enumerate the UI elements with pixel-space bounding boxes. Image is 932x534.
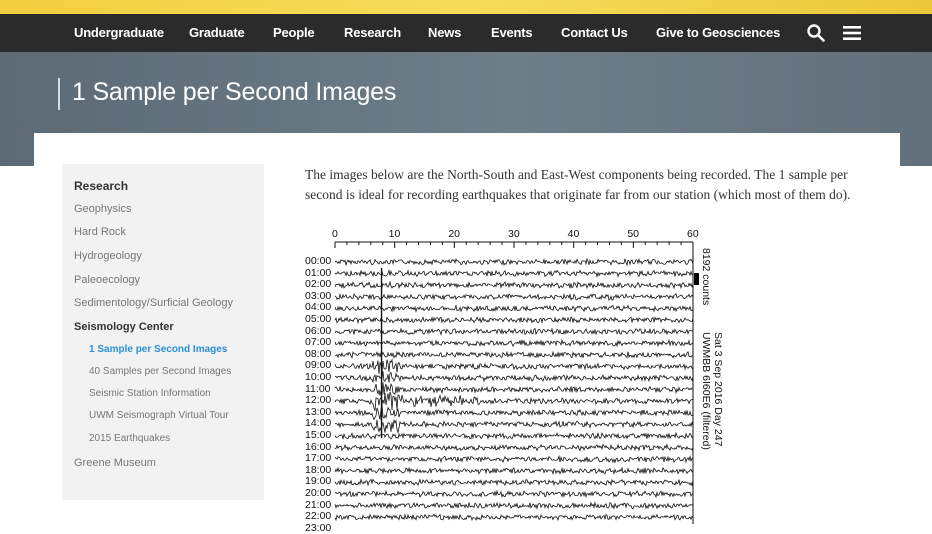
nav-research[interactable]: Research bbox=[344, 14, 401, 52]
sidebar-subitem-2015-earthquakes[interactable]: 2015 Earthquakes bbox=[89, 433, 170, 444]
page-title: 1 Sample per Second Images bbox=[72, 78, 397, 106]
seismogram-station-label: UWMBB 6I60E6 (filtered) bbox=[700, 332, 712, 450]
seismogram-trace bbox=[334, 358, 694, 375]
sidebar-heading-research[interactable]: Research bbox=[74, 179, 128, 193]
seismogram-hour-label: 10:00 bbox=[305, 371, 332, 383]
seismogram-trace bbox=[334, 501, 694, 510]
seismogram-trace bbox=[334, 443, 694, 452]
hamburger-menu-icon[interactable] bbox=[842, 23, 862, 43]
seismogram-hour-label: 22:00 bbox=[305, 510, 332, 523]
sidebar-section-seismology[interactable]: Seismology Center bbox=[74, 321, 174, 333]
seismogram-hour-label: 05:00 bbox=[305, 313, 332, 325]
sidebar-subitem-40-sps[interactable]: 40 Samples per Second Images bbox=[89, 366, 231, 377]
seismogram-hour-label: 19:00 bbox=[305, 475, 332, 488]
seismogram-hour-label: 14:00 bbox=[305, 417, 332, 430]
seismogram-hour-label: 07:00 bbox=[305, 336, 332, 349]
seismogram-hour-label: 04:00 bbox=[305, 301, 332, 314]
seismogram-hour-label: 15:00 bbox=[305, 429, 332, 441]
intro-paragraph: The images below are the North-South and… bbox=[305, 167, 851, 202]
nav-events[interactable]: Events bbox=[491, 14, 533, 52]
seismogram-hour-label: 11:00 bbox=[305, 382, 331, 395]
nav-graduate[interactable]: Graduate bbox=[189, 14, 245, 52]
seismogram-trace bbox=[334, 257, 694, 267]
sidebar-item-paleoecology[interactable]: Paleoecology bbox=[74, 274, 140, 286]
seismogram-trace bbox=[334, 327, 694, 336]
nav-people[interactable]: People bbox=[273, 14, 315, 52]
seismogram-trace bbox=[334, 316, 694, 325]
seismogram-trace bbox=[334, 513, 694, 522]
seismogram-hour-label: 12:00 bbox=[305, 394, 332, 407]
seismogram-hour-label: 16:00 bbox=[305, 440, 332, 453]
search-icon[interactable] bbox=[806, 23, 826, 43]
seismogram-trace bbox=[334, 391, 694, 411]
seismogram-trace bbox=[334, 382, 694, 396]
nav-undergraduate[interactable]: Undergraduate bbox=[74, 14, 164, 52]
seismogram-scale-bar bbox=[694, 273, 699, 285]
sidebar-subitem-station-info[interactable]: Seismic Station Information bbox=[89, 388, 211, 399]
seismogram-plot bbox=[334, 241, 699, 524]
seismogram-hour-label: 00:00 bbox=[305, 255, 332, 267]
seismogram-hour-label: 08:00 bbox=[305, 347, 332, 360]
nav-contact-us[interactable]: Contact Us bbox=[561, 14, 628, 52]
sidebar-item-greene-museum[interactable]: Greene Museum bbox=[74, 457, 156, 469]
seismogram-trace bbox=[334, 280, 694, 290]
seismogram-hour-label: 03:00 bbox=[305, 289, 332, 302]
seismogram-hour-label: 02:00 bbox=[305, 278, 332, 291]
seismogram-scale-label: 8192 counts bbox=[700, 248, 712, 306]
seismogram-trace bbox=[334, 489, 694, 499]
seismogram-trace bbox=[334, 419, 694, 435]
seismogram-date-label: Sat 3 Sep 2016 Day 247 bbox=[712, 332, 724, 447]
sidebar-item-sedimentology[interactable]: Sedimentology/Surficial Geology bbox=[74, 297, 233, 309]
seismogram-hour-label: 09:00 bbox=[305, 359, 332, 372]
seismogram-hour-label: 01:00 bbox=[305, 266, 332, 279]
seismogram-trace bbox=[334, 403, 694, 421]
seismogram-trace bbox=[334, 454, 693, 464]
seismogram-hour-label: 13:00 bbox=[305, 405, 332, 418]
seismogram-hour-label: 17:00 bbox=[305, 452, 332, 465]
seismogram-trace bbox=[334, 371, 694, 383]
seismogram-hour-label: 06:00 bbox=[305, 324, 332, 337]
seismogram-trace bbox=[334, 304, 694, 313]
seismogram-hour-label: 18:00 bbox=[305, 463, 332, 476]
nav-give-to-geosciences[interactable]: Give to Geosciences bbox=[656, 14, 780, 52]
seismogram-hour-label: 21:00 bbox=[305, 498, 332, 511]
sidebar-item-hard-rock[interactable]: Hard Rock bbox=[74, 226, 126, 238]
sidebar-subitem-virtual-tour[interactable]: UWM Seismograph Virtual Tour bbox=[89, 410, 229, 421]
nav-news[interactable]: News bbox=[428, 14, 461, 52]
seismogram-trace bbox=[334, 478, 694, 487]
seismogram-trace bbox=[334, 466, 694, 476]
seismogram-trace bbox=[334, 431, 694, 440]
seismogram-trace bbox=[334, 268, 694, 278]
top-gold-bar bbox=[0, 0, 932, 14]
sidebar-item-hydrogeology[interactable]: Hydrogeology bbox=[74, 250, 142, 262]
seismogram-trace bbox=[334, 292, 694, 301]
title-accent-rule bbox=[58, 78, 60, 110]
seismogram-hour-label: 20:00 bbox=[305, 487, 332, 499]
main-navigation: Undergraduate Graduate People Research N… bbox=[0, 14, 932, 52]
sidebar-subitem-1-sps[interactable]: 1 Sample per Second Images bbox=[89, 344, 227, 355]
seismogram-trace bbox=[334, 350, 694, 359]
sidebar-item-geophysics[interactable]: Geophysics bbox=[74, 203, 131, 215]
seismogram-trace bbox=[334, 338, 694, 348]
